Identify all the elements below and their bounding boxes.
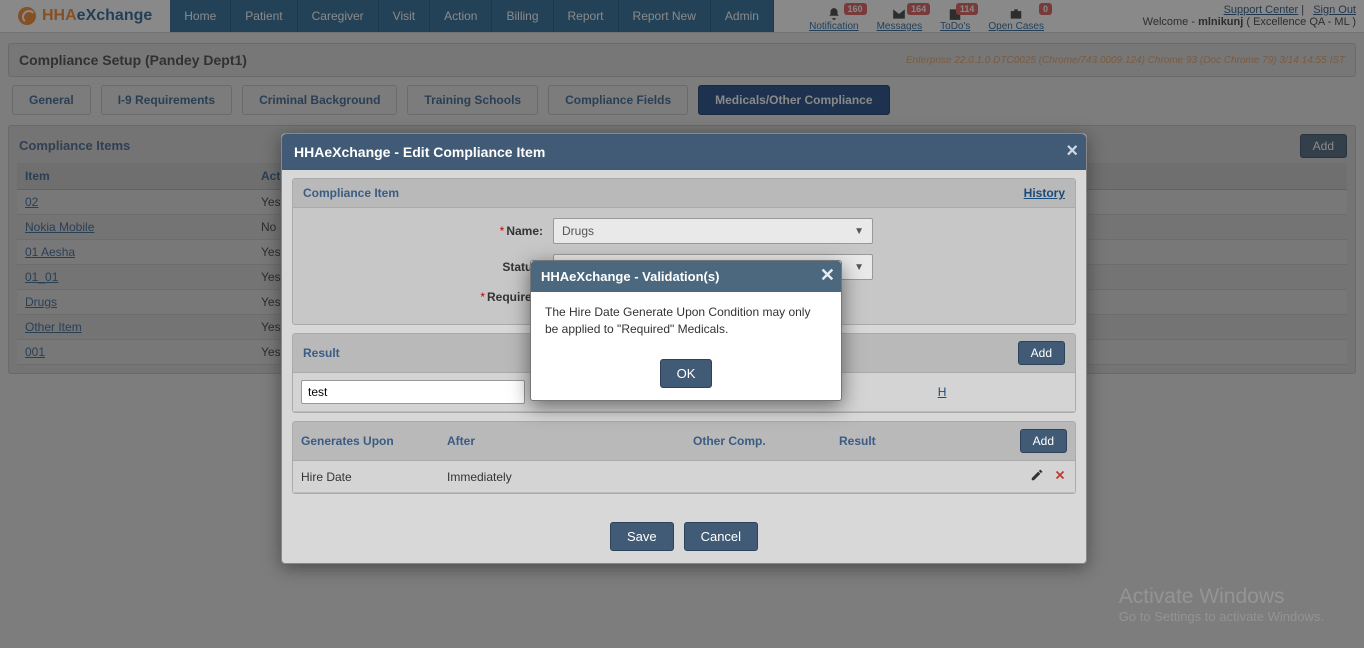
status-label: Status:	[303, 260, 553, 274]
name-label: *Name:	[303, 224, 553, 238]
validation-modal-header: HHAeXchange - Validation(s) ✕	[531, 261, 841, 292]
modal-title: HHAeXchange - Edit Compliance Item	[294, 144, 545, 160]
watermark-line1: Activate Windows	[1119, 585, 1324, 609]
result-title: Result	[303, 346, 340, 360]
history-link[interactable]: History	[1024, 186, 1065, 200]
validation-message: The Hire Date Generate Upon Condition ma…	[531, 292, 841, 351]
name-select[interactable]: Drugs▼	[553, 218, 873, 244]
close-icon[interactable]: ×	[1066, 140, 1078, 163]
close-icon[interactable]: ✕	[820, 265, 835, 286]
col-other-comp: Other Comp.	[685, 422, 831, 461]
required-label: *Required:	[303, 290, 553, 304]
validation-modal-title: HHAeXchange - Validation(s)	[541, 269, 719, 284]
ok-button[interactable]: OK	[660, 359, 713, 388]
col-generates-upon: Generates Upon	[293, 422, 439, 461]
add-result-button[interactable]: Add	[1018, 341, 1065, 365]
gen-other-cell	[685, 461, 831, 493]
watermark-line2: Go to Settings to activate Windows.	[1119, 609, 1324, 624]
edit-icon[interactable]	[1030, 471, 1047, 485]
gen-upon-cell: Hire Date	[293, 461, 439, 493]
result-h-link[interactable]: H	[938, 385, 947, 399]
chevron-down-icon: ▼	[854, 262, 864, 273]
windows-activation-watermark: Activate Windows Go to Settings to activ…	[1119, 585, 1324, 624]
add-generate-button[interactable]: Add	[1020, 429, 1067, 453]
gen-after-cell: Immediately	[439, 461, 685, 493]
section-title: Compliance Item	[303, 186, 399, 200]
cancel-button[interactable]: Cancel	[684, 522, 758, 551]
col-result: Result	[831, 422, 989, 461]
chevron-down-icon: ▼	[854, 226, 864, 237]
gen-result-cell	[831, 461, 989, 493]
generates-upon-section: Generates Upon After Other Comp. Result …	[292, 421, 1076, 494]
generates-upon-table: Generates Upon After Other Comp. Result …	[293, 422, 1075, 493]
col-after: After	[439, 422, 685, 461]
delete-icon[interactable]	[1053, 471, 1067, 485]
save-button[interactable]: Save	[610, 522, 674, 551]
table-row: Hire Date Immediately	[293, 461, 1075, 493]
validation-modal: HHAeXchange - Validation(s) ✕ The Hire D…	[530, 260, 842, 401]
modal-header: HHAeXchange - Edit Compliance Item ×	[282, 134, 1086, 170]
result-input[interactable]	[301, 380, 525, 404]
